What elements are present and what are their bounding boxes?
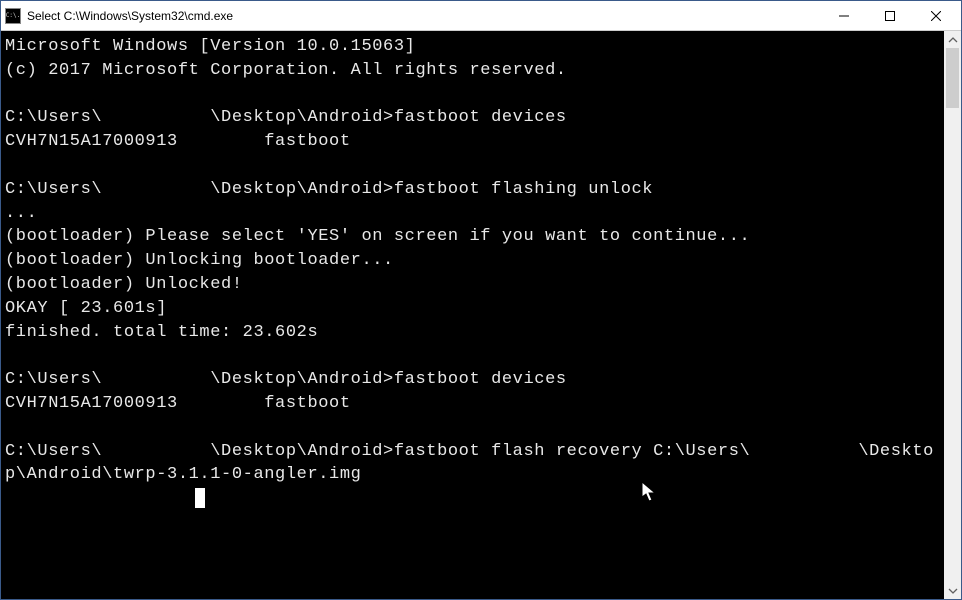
chevron-up-icon (948, 35, 958, 45)
chevron-down-icon (948, 586, 958, 596)
minimize-icon (839, 11, 849, 21)
vertical-scrollbar[interactable] (944, 31, 961, 599)
text-cursor (195, 488, 205, 508)
terminal-output[interactable]: Microsoft Windows [Version 10.0.15063] (… (1, 31, 944, 599)
close-button[interactable] (913, 1, 959, 30)
close-icon (931, 11, 941, 21)
scrollbar-track[interactable] (944, 48, 961, 582)
title-bar[interactable]: C:\. Select C:\Windows\System32\cmd.exe (1, 1, 961, 31)
scroll-down-button[interactable] (944, 582, 961, 599)
cmd-icon: C:\. (5, 8, 21, 24)
scroll-up-button[interactable] (944, 31, 961, 48)
maximize-button[interactable] (867, 1, 913, 30)
window-controls (821, 1, 959, 30)
cmd-window: C:\. Select C:\Windows\System32\cmd.exe … (0, 0, 962, 600)
terminal-area[interactable]: Microsoft Windows [Version 10.0.15063] (… (1, 31, 961, 599)
maximize-icon (885, 11, 895, 21)
scrollbar-thumb[interactable] (946, 48, 959, 108)
window-title: Select C:\Windows\System32\cmd.exe (27, 9, 821, 23)
minimize-button[interactable] (821, 1, 867, 30)
